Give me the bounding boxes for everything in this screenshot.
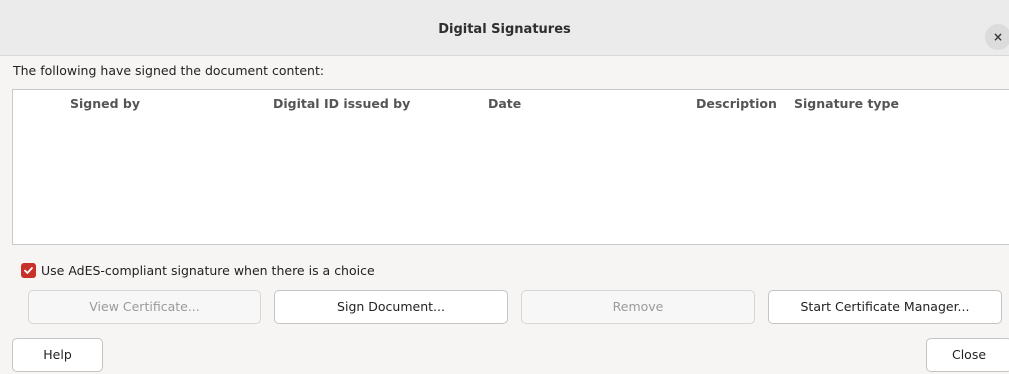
checkmark-icon bbox=[24, 266, 33, 274]
start-certificate-manager-button[interactable]: Start Certificate Manager... bbox=[768, 290, 1002, 324]
ades-checkbox[interactable] bbox=[21, 262, 36, 278]
help-button[interactable]: Help bbox=[12, 338, 103, 372]
close-icon[interactable]: × bbox=[985, 24, 1009, 50]
ades-checkbox-label: Use AdES-compliant signature when there … bbox=[41, 262, 375, 278]
column-header-signature-type[interactable]: Signature type bbox=[794, 96, 899, 111]
column-header-digital-id-issued-by[interactable]: Digital ID issued by bbox=[273, 96, 410, 111]
dialog-title: Digital Signatures bbox=[438, 22, 571, 37]
view-certificate-button[interactable]: View Certificate... bbox=[28, 290, 261, 324]
sign-document-button[interactable]: Sign Document... bbox=[274, 290, 508, 324]
column-header-signed-by[interactable]: Signed by bbox=[70, 96, 140, 111]
remove-button[interactable]: Remove bbox=[521, 290, 755, 324]
title-bar[interactable]: Digital Signatures × bbox=[0, 0, 1009, 56]
column-header-description[interactable]: Description bbox=[696, 96, 777, 111]
signatures-prompt: The following have signed the document c… bbox=[13, 63, 325, 78]
signatures-table[interactable]: Signed by Digital ID issued by Date Desc… bbox=[12, 89, 1009, 245]
close-button[interactable]: Close bbox=[926, 338, 1009, 372]
ades-option[interactable]: Use AdES-compliant signature when there … bbox=[21, 262, 375, 278]
column-header-date[interactable]: Date bbox=[488, 96, 521, 111]
digital-signatures-dialog: Digital Signatures × The following have … bbox=[0, 0, 1009, 374]
